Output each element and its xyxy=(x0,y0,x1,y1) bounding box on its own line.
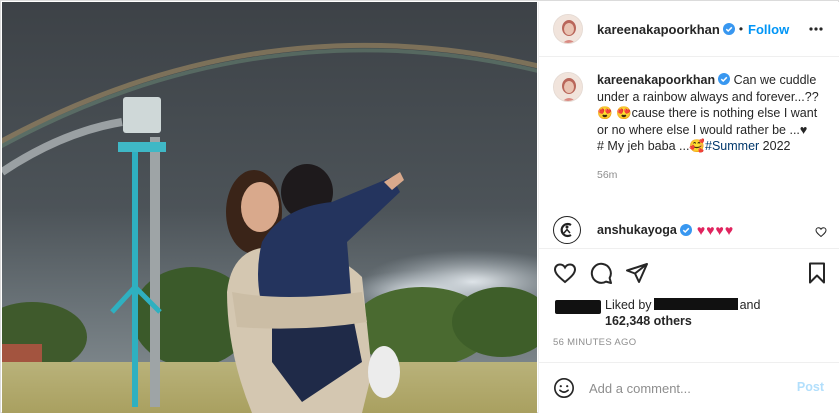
liked-by-prefix: Liked by xyxy=(605,298,652,312)
commenter-avatar[interactable] xyxy=(553,216,581,244)
like-heart-icon[interactable] xyxy=(553,261,577,285)
likes-count[interactable]: 162,348 others xyxy=(605,313,692,329)
emoji-heart-eyes-1: 😍 xyxy=(597,106,613,120)
add-comment-bar: Post xyxy=(539,362,839,413)
caption-text: kareenakapoorkhan Can we cuddle under a … xyxy=(597,72,826,155)
photo-image xyxy=(2,2,537,413)
redacted-username xyxy=(653,298,738,310)
commenter-username[interactable]: anshukayoga xyxy=(597,223,677,237)
verified-badge-icon xyxy=(718,73,731,85)
heart-symbol: ♥ xyxy=(799,122,808,137)
post-header: kareenakapoorkhan • Follow xyxy=(539,2,839,57)
action-bar xyxy=(539,248,839,294)
caption: kareenakapoorkhan Can we cuddle under a … xyxy=(553,72,826,155)
comments-section: kareenakapoorkhan Can we cuddle under a … xyxy=(539,58,839,248)
caption-avatar[interactable] xyxy=(553,72,583,102)
liker-avatars[interactable] xyxy=(555,297,601,315)
more-horizontal-icon[interactable] xyxy=(808,21,824,37)
comment-text: ♥♥♥♥ xyxy=(696,222,735,238)
avatar-image xyxy=(554,15,582,43)
emoji-smiley-icon[interactable] xyxy=(553,377,575,399)
caption-year: 2022 xyxy=(759,139,791,153)
verified-badge-icon xyxy=(722,23,735,35)
avatar-image xyxy=(554,73,582,101)
follow-button[interactable]: Follow xyxy=(748,22,789,37)
post-comment-button[interactable]: Post xyxy=(797,380,824,394)
post-timestamp[interactable]: 56 MINUTES AGO xyxy=(553,337,636,348)
comment-like-heart-icon[interactable] xyxy=(815,226,827,238)
save-bookmark-icon[interactable] xyxy=(805,261,829,285)
emoji-heart-eyes-2: 😍 xyxy=(616,106,632,120)
hashtag-link[interactable]: #Summer xyxy=(705,139,759,153)
liked-by-text: Liked by and xyxy=(605,297,760,313)
post-side-panel: kareenakapoorkhan • Follow kareenakapoor… xyxy=(538,2,839,413)
comment-bubble-icon[interactable] xyxy=(589,261,613,285)
avatar[interactable] xyxy=(553,14,583,44)
separator-dot: • xyxy=(738,22,744,36)
verified-badge-icon xyxy=(679,224,692,236)
emoji-smiling-hearts: 🥰 xyxy=(689,139,705,153)
caption-timestamp: 56m xyxy=(597,168,618,181)
comment-input[interactable] xyxy=(589,380,779,396)
redaction-bar xyxy=(555,300,601,314)
caption-username[interactable]: kareenakapoorkhan xyxy=(597,73,715,87)
username[interactable]: kareenakapoorkhan xyxy=(597,22,720,37)
share-send-icon[interactable] xyxy=(625,261,649,285)
yoga-logo-icon xyxy=(560,222,572,238)
caption-body-3: # My jeh baba ... xyxy=(597,139,690,153)
post-photo[interactable] xyxy=(2,2,537,413)
liked-by-suffix: and xyxy=(739,298,761,312)
comment-item: anshukayoga ♥♥♥♥ xyxy=(553,216,833,244)
post-modal: kareenakapoorkhan • Follow kareenakapoor… xyxy=(0,0,839,413)
